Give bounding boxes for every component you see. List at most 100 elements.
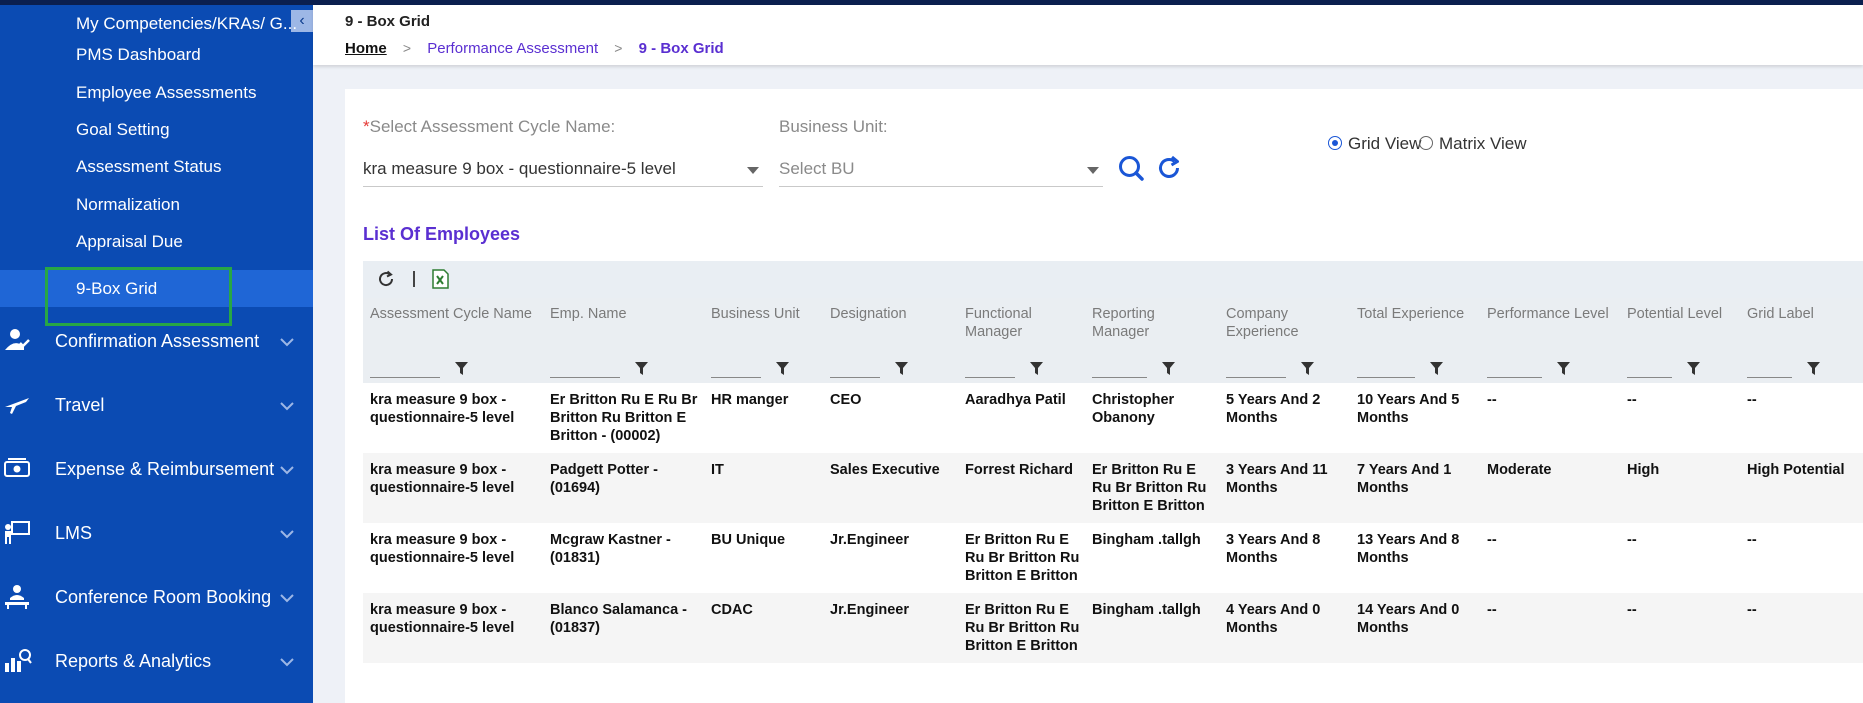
cell-reporting-manager: Bingham .tallgh bbox=[1085, 593, 1219, 663]
filter-input[interactable] bbox=[1092, 376, 1147, 378]
excel-export-icon[interactable] bbox=[431, 269, 450, 289]
matrix-view-radio[interactable]: Matrix View bbox=[1419, 134, 1527, 154]
cell-designation: Sales Executive bbox=[823, 453, 958, 523]
chevron-down-icon bbox=[280, 658, 294, 667]
column-header-company-experience[interactable]: Company Experience bbox=[1219, 298, 1350, 341]
person-check-icon bbox=[5, 329, 30, 350]
cell-designation: Jr.Engineer bbox=[830, 532, 909, 548]
column-header-business-unit[interactable]: Business Unit bbox=[704, 298, 823, 341]
column-header-total-experience[interactable]: Total Experience bbox=[1350, 298, 1480, 341]
sidebar-menu-conference-room-booking[interactable]: Conference Room Booking bbox=[0, 571, 313, 623]
cycle-select[interactable]: kra measure 9 box - questionnaire-5 leve… bbox=[363, 151, 763, 187]
cell-potential-level: High bbox=[1620, 453, 1740, 523]
sidebar-item-appraisal-due[interactable]: Appraisal Due bbox=[0, 223, 313, 260]
filter-input[interactable] bbox=[370, 376, 440, 378]
filter-input[interactable] bbox=[711, 376, 761, 378]
column-header-assessment-cycle[interactable]: Assessment Cycle Name bbox=[363, 298, 543, 341]
cell-business-unit: HR manger bbox=[711, 392, 789, 408]
filter-input[interactable] bbox=[550, 376, 620, 378]
filter-icon[interactable] bbox=[1686, 361, 1701, 376]
filter-icon[interactable] bbox=[1556, 361, 1571, 376]
cell-assessment-cycle: kra measure 9 box - questionnaire-5 leve… bbox=[370, 392, 515, 426]
sidebar-item-employee-assessments[interactable]: Employee Assessments bbox=[0, 74, 313, 111]
filter-icon[interactable] bbox=[454, 361, 469, 376]
column-header-functional-manager[interactable]: Functional Manager bbox=[958, 298, 1085, 341]
menu-label: Reports & Analytics bbox=[55, 651, 212, 671]
sidebar: ‹ My Competencies/KRAs/ G... PMS Dashboa… bbox=[0, 5, 313, 703]
sidebar-item-goal-setting[interactable]: Goal Setting bbox=[0, 111, 313, 148]
breadcrumb-home-link[interactable]: Home bbox=[345, 40, 387, 57]
filter-input[interactable] bbox=[1226, 376, 1286, 378]
filter-input[interactable] bbox=[1487, 376, 1542, 378]
radio-selected-icon bbox=[1328, 136, 1342, 150]
filter-icon[interactable] bbox=[1029, 361, 1044, 376]
cell-company-experience: 5 Years And 2 Months bbox=[1226, 392, 1321, 426]
column-header-grid-label[interactable]: Grid Label bbox=[1740, 298, 1863, 341]
filter-input[interactable] bbox=[1357, 376, 1415, 378]
column-filter bbox=[704, 341, 823, 383]
refresh-icon[interactable] bbox=[1155, 154, 1183, 182]
sidebar-menu-expense-reimbursement[interactable]: Expense & Reimbursement bbox=[0, 443, 313, 495]
column-header-performance-level[interactable]: Performance Level bbox=[1480, 298, 1620, 341]
airplane-icon bbox=[5, 398, 29, 414]
chevron-down-icon bbox=[280, 338, 294, 347]
sidebar-item-assessment-status[interactable]: Assessment Status bbox=[0, 148, 313, 185]
filter-input[interactable] bbox=[1747, 376, 1792, 378]
sidebar-menu-confirmation-assessment[interactable]: Confirmation Assessment bbox=[0, 315, 313, 367]
breadcrumb-separator: > bbox=[614, 40, 623, 57]
filter-input[interactable] bbox=[830, 376, 880, 378]
filter-icon[interactable] bbox=[1429, 361, 1444, 376]
cell-functional-manager: Er Britton Ru E Ru Br Britton Ru Britton… bbox=[958, 593, 1085, 663]
grid-refresh-icon[interactable] bbox=[377, 270, 395, 288]
list-title: List Of Employees bbox=[363, 224, 521, 244]
cell-grid-label: -- bbox=[1740, 593, 1863, 663]
analytics-icon bbox=[5, 649, 32, 672]
cell-potential-level: -- bbox=[1627, 532, 1637, 548]
cell-assessment-cycle: kra measure 9 box - questionnaire-5 leve… bbox=[363, 453, 543, 523]
column-header-designation[interactable]: Designation bbox=[823, 298, 958, 341]
cell-total-experience: 14 Years And 0 Months bbox=[1350, 593, 1480, 663]
breadcrumb-performance-assessment-link[interactable]: Performance Assessment bbox=[427, 40, 598, 57]
bu-select[interactable]: Select BU bbox=[779, 151, 1103, 187]
cell-business-unit: CDAC bbox=[704, 593, 823, 663]
column-header-emp-name[interactable]: Emp. Name bbox=[543, 298, 704, 341]
breadcrumb: Home > Performance Assessment > 9 - Box … bbox=[345, 39, 724, 57]
cell-assessment-cycle: kra measure 9 box - questionnaire-5 leve… bbox=[363, 593, 543, 663]
search-icon[interactable] bbox=[1117, 154, 1145, 182]
cell-functional-manager: Er Britton Ru E Ru Br Britton Ru Britton… bbox=[965, 532, 1080, 584]
table-row[interactable]: kra measure 9 box - questionnaire-5 leve… bbox=[363, 453, 1863, 523]
column-filter bbox=[543, 341, 704, 383]
cell-performance-level: -- bbox=[1480, 593, 1620, 663]
page-title: 9 - Box Grid bbox=[345, 13, 431, 30]
sidebar-menu-lms[interactable]: LMS bbox=[0, 507, 313, 559]
classroom-icon bbox=[5, 521, 30, 544]
filter-icon[interactable] bbox=[1300, 361, 1315, 376]
cell-total-experience: 10 Years And 5 Months bbox=[1357, 392, 1460, 426]
filter-input[interactable] bbox=[1627, 376, 1672, 378]
cell-total-experience: 13 Years And 8 Months bbox=[1357, 532, 1460, 566]
table-row[interactable]: kra measure 9 box - questionnaire-5 leve… bbox=[363, 593, 1863, 663]
sidebar-item-pms-dashboard[interactable]: PMS Dashboard bbox=[0, 36, 313, 73]
menu-label: Travel bbox=[55, 395, 105, 415]
toolbar-divider bbox=[413, 271, 415, 287]
column-header-potential-level[interactable]: Potential Level bbox=[1620, 298, 1740, 341]
filter-icon[interactable] bbox=[634, 361, 649, 376]
sidebar-menu-travel[interactable]: Travel bbox=[0, 379, 313, 431]
filter-icon[interactable] bbox=[1161, 361, 1176, 376]
filter-input[interactable] bbox=[965, 376, 1015, 378]
column-header-reporting-manager[interactable]: Reporting Manager bbox=[1085, 298, 1219, 341]
filter-icon[interactable] bbox=[894, 361, 909, 376]
cycle-select-value: kra measure 9 box - questionnaire-5 leve… bbox=[363, 159, 676, 178]
sidebar-item-normalization[interactable]: Normalization bbox=[0, 186, 313, 223]
column-filter bbox=[1620, 341, 1740, 383]
grid-view-radio[interactable]: Grid View bbox=[1328, 134, 1421, 154]
table-row[interactable]: kra measure 9 box - questionnaire-5 leve… bbox=[363, 383, 1863, 453]
table-row[interactable]: kra measure 9 box - questionnaire-5 leve… bbox=[363, 523, 1863, 593]
filter-icon[interactable] bbox=[775, 361, 790, 376]
filter-icon[interactable] bbox=[1806, 361, 1821, 376]
column-filter bbox=[363, 341, 543, 383]
sidebar-menu-reports-analytics[interactable]: Reports & Analytics bbox=[0, 635, 313, 687]
menu-label: LMS bbox=[55, 523, 93, 543]
caret-down-icon bbox=[747, 167, 759, 174]
cell-grid-label: -- bbox=[1747, 392, 1757, 408]
